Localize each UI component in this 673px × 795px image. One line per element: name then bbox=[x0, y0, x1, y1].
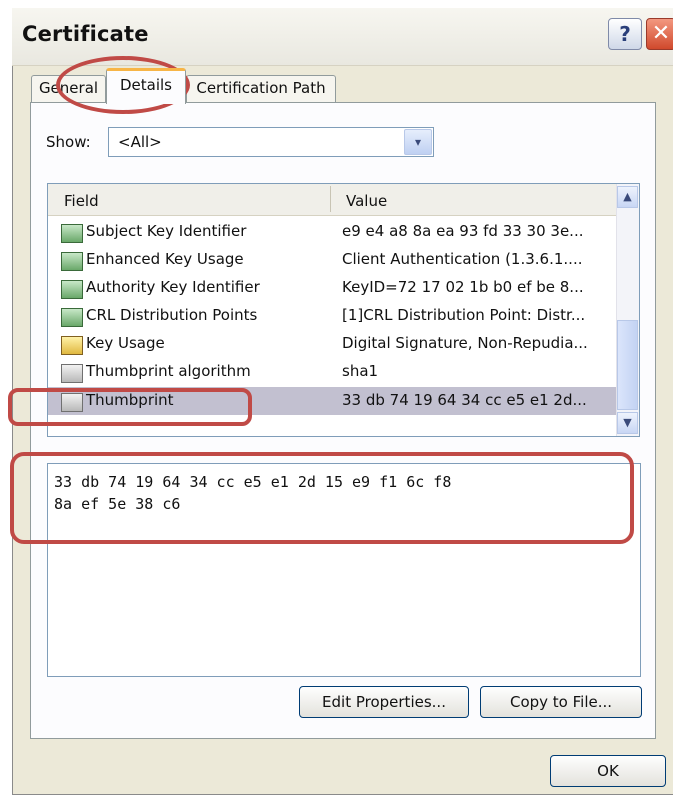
column-divider[interactable] bbox=[330, 186, 331, 212]
critical-extension-warning-icon bbox=[61, 336, 83, 355]
field-name: Thumbprint algorithm bbox=[86, 362, 251, 380]
certificate-extension-icon bbox=[61, 252, 83, 271]
help-button[interactable]: ? bbox=[608, 18, 642, 50]
field-name: CRL Distribution Points bbox=[86, 306, 258, 324]
field-name: Key Usage bbox=[86, 334, 165, 352]
scrollbar-thumb[interactable] bbox=[617, 320, 638, 410]
show-dropdown-value: <All> bbox=[118, 133, 162, 151]
field-value: Client Authentication (1.3.6.1.... bbox=[342, 250, 583, 268]
field-value: e9 e4 a8 8a ea 93 fd 33 30 3e... bbox=[342, 222, 584, 240]
field-name: Authority Key Identifier bbox=[86, 278, 260, 296]
field-value: 33 db 74 19 64 34 cc e5 e1 2d... bbox=[342, 391, 587, 409]
list-item[interactable]: Subject Key Identifier e9 e4 a8 8a ea 93… bbox=[48, 218, 616, 246]
list-item[interactable]: Key Usage Digital Signature, Non-Repudia… bbox=[48, 330, 616, 358]
column-header-value[interactable]: Value bbox=[346, 192, 387, 210]
annotation-box-thumbprint-row bbox=[8, 388, 252, 426]
list-header bbox=[48, 184, 616, 216]
field-value: sha1 bbox=[342, 362, 379, 380]
chevron-down-icon[interactable]: ▾ bbox=[404, 129, 432, 155]
scroll-down-icon[interactable]: ▼ bbox=[617, 412, 638, 434]
list-item[interactable]: Thumbprint algorithm sha1 bbox=[48, 358, 616, 386]
tab-details[interactable]: Details bbox=[106, 68, 186, 104]
scroll-up-icon[interactable]: ▲ bbox=[617, 186, 638, 208]
property-icon bbox=[61, 364, 83, 383]
edit-properties-button[interactable]: Edit Properties... bbox=[299, 686, 469, 718]
field-value: Digital Signature, Non-Repudia... bbox=[342, 334, 588, 352]
field-value: KeyID=72 17 02 1b b0 ef be 8... bbox=[342, 278, 584, 296]
field-value: [1]CRL Distribution Point: Distr... bbox=[342, 306, 586, 324]
certificate-extension-icon bbox=[61, 280, 83, 299]
close-button[interactable]: ✕ bbox=[646, 18, 673, 50]
annotation-box-thumbprint-value bbox=[10, 452, 634, 544]
field-name: Subject Key Identifier bbox=[86, 222, 247, 240]
certificate-extension-icon bbox=[61, 224, 83, 243]
list-item[interactable]: Enhanced Key Usage Client Authentication… bbox=[48, 246, 616, 274]
tab-certification-path[interactable]: Certification Path bbox=[186, 75, 336, 102]
column-header-field[interactable]: Field bbox=[64, 192, 99, 210]
field-name: Enhanced Key Usage bbox=[86, 250, 244, 268]
list-item[interactable]: CRL Distribution Points [1]CRL Distribut… bbox=[48, 302, 616, 330]
ok-button[interactable]: OK bbox=[550, 755, 666, 787]
copy-to-file-button[interactable]: Copy to File... bbox=[480, 686, 642, 718]
show-label: Show: bbox=[46, 133, 91, 151]
dialog-title: Certificate bbox=[22, 22, 149, 46]
certificate-extension-icon bbox=[61, 308, 83, 327]
list-item[interactable]: Authority Key Identifier KeyID=72 17 02 … bbox=[48, 274, 616, 302]
